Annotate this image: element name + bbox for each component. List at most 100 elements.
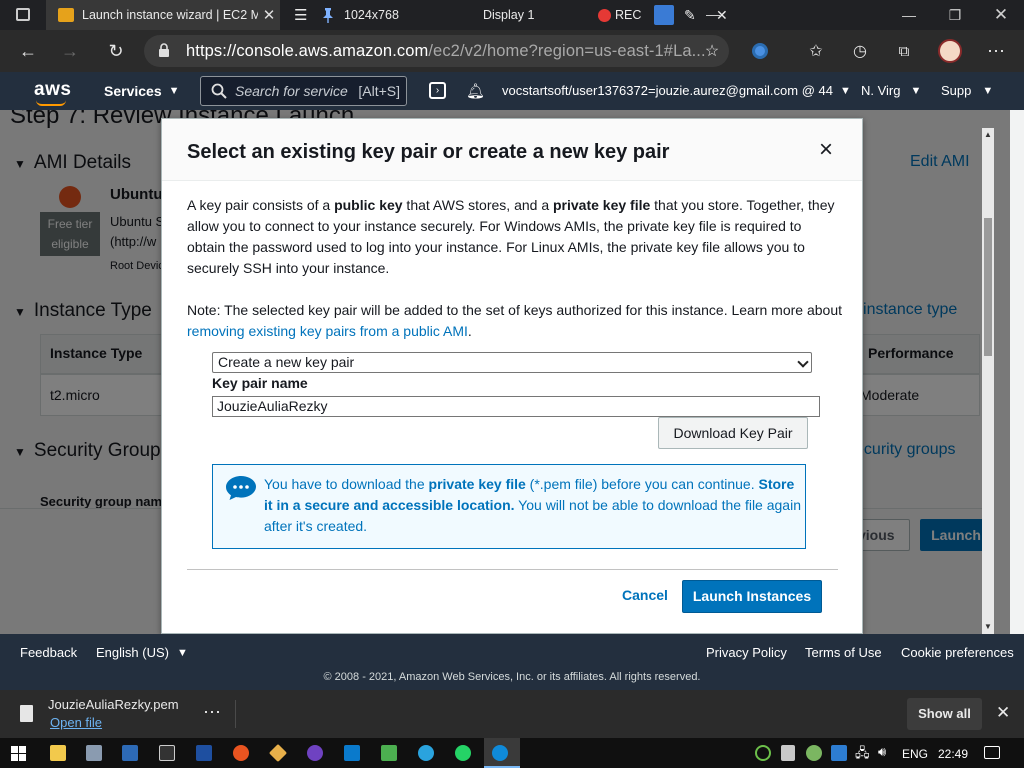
remove-key-pairs-link[interactable]: removing existing key pairs from a publi… <box>187 323 468 339</box>
region-menu[interactable]: N. Virg ▼ <box>861 83 921 98</box>
close-icon[interactable]: × <box>814 138 838 163</box>
close-shelf-icon[interactable]: ✕ <box>996 703 1010 723</box>
git-icon[interactable] <box>268 743 288 763</box>
account-label: vocstartsoft/user1376372=jouzie.aurez@gm… <box>502 83 833 98</box>
ubuntu-icon[interactable] <box>233 745 249 761</box>
nodejs-icon[interactable] <box>381 745 397 761</box>
key-pair-option-select[interactable]: Create a new key pair <box>212 352 812 373</box>
tray-icon-2[interactable] <box>806 745 822 761</box>
battery-icon[interactable] <box>781 745 795 761</box>
url-path: /ec2/v2/home?region=us-east-1#La... <box>428 41 706 60</box>
profile-avatar[interactable] <box>936 37 964 65</box>
region-caret-icon: ▼ <box>910 84 922 97</box>
language-selector[interactable]: English (US) ▼ <box>96 645 188 660</box>
language-indicator[interactable]: ENG <box>902 747 928 761</box>
windows-taskbar: 🖧︎ 🔊︎ ENG 22:49 <box>0 738 1024 768</box>
download-info-alert: You have to download the private key fil… <box>212 464 806 549</box>
favorites-icon[interactable]: ✩ <box>802 37 830 65</box>
aws-logo[interactable]: aws <box>34 79 71 106</box>
tab-close-icon[interactable]: ✕ <box>258 6 280 24</box>
file-icon <box>20 705 33 722</box>
download-file-name[interactable]: JouzieAuliaRezky.pem <box>48 697 179 712</box>
extension-icon[interactable] <box>746 37 774 65</box>
show-all-button[interactable]: Show all <box>907 698 982 730</box>
pen-icon[interactable]: ✎ <box>684 0 696 30</box>
aws-smile-icon <box>36 100 66 106</box>
caret-down-icon: ▼ <box>168 85 180 97</box>
service-search-input[interactable]: Search for service [Alt+S] <box>200 76 407 106</box>
support-menu[interactable]: Supp ▼ <box>941 83 993 98</box>
tab-actions-icon[interactable] <box>16 8 30 21</box>
address-bar[interactable]: https://console.aws.amazon.com/ec2/v2/ho… <box>144 35 729 67</box>
key-pair-dialog: Select an existing key pair or create a … <box>161 118 863 634</box>
back-button[interactable]: ← <box>14 37 42 65</box>
windows-start-icon[interactable] <box>11 746 26 761</box>
desc-private-key-file: private key file <box>553 197 651 213</box>
notifications-bell-icon[interactable]: 🔔︎ <box>466 82 485 100</box>
github-icon[interactable] <box>307 745 323 761</box>
download-shelf: JouzieAuliaRezky.pem Open file ⋯ Show al… <box>0 690 1024 738</box>
tray-app-icon[interactable] <box>755 745 771 761</box>
network-icon[interactable]: 🖧︎ <box>855 744 870 766</box>
add-favorite-icon[interactable]: ☆ <box>698 37 726 65</box>
scroll-up-icon[interactable]: ▲ <box>984 130 992 139</box>
dialog-header: Select an existing key pair or create a … <box>162 119 862 181</box>
browser-tab[interactable]: Launch instance wizard | EC2 Ma ✕ <box>46 0 280 30</box>
menu-icon[interactable]: ☰ <box>294 0 307 30</box>
download-more-icon[interactable]: ⋯ <box>203 702 221 723</box>
shelf-divider <box>235 700 236 728</box>
terminal-icon[interactable] <box>159 745 175 761</box>
telegram-icon[interactable] <box>418 745 434 761</box>
page-scrollbar[interactable]: ▲ ▼ <box>982 128 994 634</box>
privacy-policy-link[interactable]: Privacy Policy <box>706 645 787 660</box>
pin-icon[interactable] <box>322 0 334 30</box>
window-close-icon[interactable]: ✕ <box>978 0 1024 30</box>
clock[interactable]: 22:49 <box>938 747 968 761</box>
language-caret-icon: ▼ <box>176 646 188 659</box>
select-value: Create a new key pair <box>218 354 355 370</box>
edge-icon[interactable] <box>492 745 508 761</box>
whatsapp-icon[interactable] <box>455 745 471 761</box>
open-file-link[interactable]: Open file <box>50 715 102 730</box>
feedback-link[interactable]: Feedback <box>20 645 77 660</box>
language-label: English (US) <box>96 645 169 660</box>
cookie-preferences-link[interactable]: Cookie preferences <box>901 645 1014 660</box>
app-icon-2[interactable] <box>122 745 138 761</box>
volume-icon[interactable]: 🔊︎ <box>878 744 886 760</box>
refresh-button[interactable]: ↻ <box>102 37 130 65</box>
key-pair-note: Note: The selected key pair will be adde… <box>187 300 842 342</box>
powershell-icon[interactable] <box>196 745 212 761</box>
download-key-pair-button[interactable]: Download Key Pair <box>658 417 808 449</box>
services-menu[interactable]: Services ▼ <box>104 83 180 99</box>
dialog-footer-divider <box>187 569 838 570</box>
services-label: Services <box>104 83 162 99</box>
settings-more-icon[interactable]: ⋯ <box>982 37 1010 65</box>
window-minimize-icon[interactable]: — <box>886 0 932 30</box>
camera-icon[interactable] <box>654 0 674 30</box>
launch-instances-button[interactable]: Launch Instances <box>682 580 822 613</box>
close-toolbar-icon[interactable]: ✕ <box>716 0 728 30</box>
app-icon-1[interactable] <box>86 745 102 761</box>
region-label: N. Virg <box>861 83 901 98</box>
file-explorer-icon[interactable] <box>50 745 66 761</box>
cloudshell-icon[interactable]: › <box>429 82 446 99</box>
key-pair-name-input[interactable]: JouzieAuliaRezky <box>212 396 820 417</box>
terms-of-use-link[interactable]: Terms of Use <box>805 645 882 660</box>
cancel-button[interactable]: Cancel <box>622 587 668 603</box>
history-icon[interactable]: ◷ <box>846 37 874 65</box>
alert-private-key-file: private key file <box>428 476 526 492</box>
display-label: Display 1 <box>483 8 535 22</box>
tray-icon-3[interactable] <box>831 745 847 761</box>
window-restore-icon[interactable]: ❐ <box>932 0 978 30</box>
url-host: https://console.aws.amazon.com <box>186 41 429 60</box>
collections-icon[interactable]: ⧉ <box>890 37 918 65</box>
scroll-down-icon[interactable]: ▼ <box>984 622 992 631</box>
account-menu[interactable]: vocstartsoft/user1376372=jouzie.aurez@gm… <box>502 83 851 98</box>
scrollbar-thumb[interactable] <box>984 218 992 356</box>
record-label: REC <box>615 8 642 22</box>
aws-header: aws Services ▼ Search for service [Alt+S… <box>0 72 1024 110</box>
record-button[interactable]: REC <box>598 0 641 30</box>
forward-button[interactable]: → <box>56 37 84 65</box>
notifications-icon[interactable] <box>984 746 1000 759</box>
vscode-icon[interactable] <box>344 745 360 761</box>
